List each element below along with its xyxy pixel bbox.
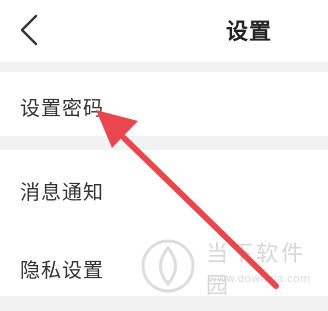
settings-item-label: 消息通知 bbox=[20, 180, 104, 204]
settings-item-label: 设置密码 bbox=[20, 96, 104, 120]
settings-item-label: 隐私设置 bbox=[20, 258, 104, 282]
settings-item-notifications[interactable]: 消息通知 bbox=[0, 150, 328, 224]
watermark-title: 当下软件园 bbox=[206, 242, 307, 299]
watermark-logo bbox=[141, 239, 195, 293]
settings-item-set-password[interactable]: 设置密码 bbox=[0, 72, 328, 136]
page-title: 设置 bbox=[225, 20, 272, 45]
header-bar: 设置 bbox=[0, 0, 328, 62]
watermark: 当下软件园 www.downxia.com bbox=[140, 232, 326, 302]
watermark-url: www.downxia.com bbox=[208, 272, 311, 285]
